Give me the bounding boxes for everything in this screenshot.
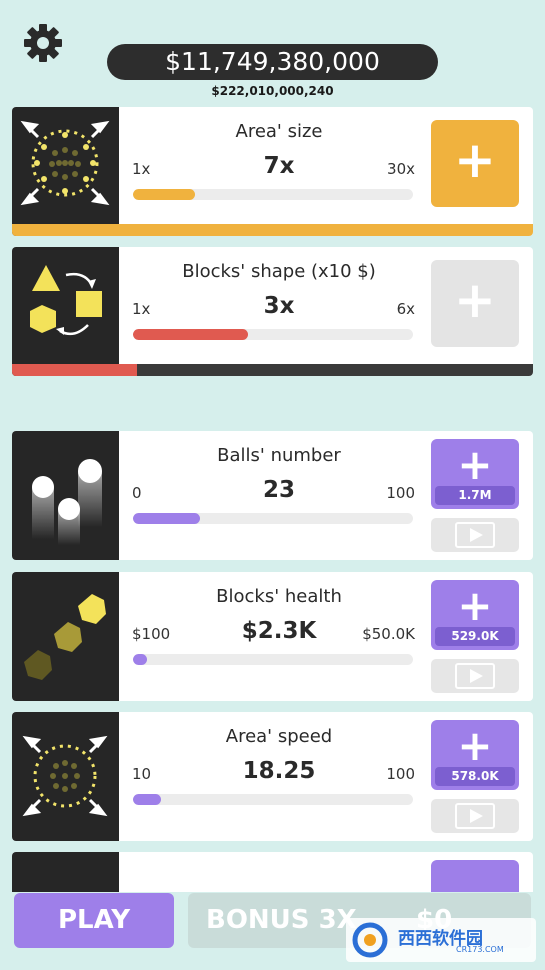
watch-video-button[interactable] — [431, 518, 519, 552]
area-expand-icon — [12, 107, 119, 236]
watch-video-button[interactable] — [431, 659, 519, 693]
hexagons-icon — [12, 572, 119, 701]
shapes-cycle-icon — [12, 247, 119, 376]
progress-fill — [133, 329, 248, 340]
stat-card-balls-number: Balls' number 0 23 100 + 1.7M — [12, 431, 533, 560]
upgrade-title: Blocks' shape (x10 $) — [182, 261, 376, 282]
upgrade-button-partial[interactable] — [431, 860, 519, 892]
stat-max: 100 — [386, 484, 415, 502]
level-bar — [12, 364, 533, 376]
progress-bar — [133, 654, 413, 665]
upgrade-card-blocks-shape: Blocks' shape (x10 $) 1x 3x 6x + — [12, 247, 533, 376]
progress-fill — [133, 513, 201, 524]
play-label: PLAY — [57, 905, 131, 935]
plus-icon: + — [457, 721, 493, 770]
money-display: $11,749,380,000 — [107, 44, 438, 80]
watermark-sub: CR173.COM — [456, 945, 504, 954]
stat-max: $50.0K — [362, 625, 415, 643]
upgrade-title: Area' size — [235, 121, 323, 142]
level-fill — [12, 224, 533, 236]
stat-card-area-speed: Area' speed 10 18.25 100 + 578.0K — [12, 712, 533, 841]
upgrade-card-area-size: Area' size 1x 7x 30x + — [12, 107, 533, 236]
area-speed-icon — [12, 712, 119, 841]
progress-fill — [133, 654, 147, 665]
progress-bar — [133, 329, 413, 340]
level-fill — [12, 364, 138, 376]
stat-max: 100 — [386, 765, 415, 783]
upgrade-price: 529.0K — [435, 627, 515, 646]
upgrade-area-size-button[interactable]: + — [431, 120, 519, 207]
upgrade-balls-number-button[interactable]: + 1.7M — [431, 439, 519, 509]
progress-fill — [133, 794, 161, 805]
plus-icon: + — [454, 131, 496, 189]
stat-title: Area' speed — [225, 726, 333, 747]
upgrade-price: 1.7M — [435, 486, 515, 505]
progress-bar — [133, 513, 413, 524]
watermark-logo-icon — [352, 922, 388, 958]
level-bar — [12, 224, 533, 236]
progress-fill — [133, 189, 195, 200]
money-value: $11,749,380,000 — [165, 47, 380, 76]
bonus-label: BONUS 3X — [206, 905, 357, 935]
plus-icon: + — [454, 271, 496, 329]
watermark: 西西软件园 CR173.COM — [346, 918, 536, 962]
progress-bar — [133, 189, 413, 200]
upgrade-price: 578.0K — [435, 767, 515, 786]
video-icon — [455, 522, 495, 548]
upgrade-current: 3x — [263, 293, 295, 319]
video-icon — [455, 803, 495, 829]
balls-icon — [12, 431, 119, 560]
upgrade-max: 30x — [387, 160, 415, 178]
stat-title: Blocks' health — [216, 586, 342, 607]
card-icon — [12, 852, 119, 892]
video-icon — [455, 663, 495, 689]
upgrade-area-speed-button[interactable]: + 578.0K — [431, 720, 519, 790]
stat-title: Balls' number — [217, 445, 341, 466]
watch-video-button[interactable] — [431, 799, 519, 833]
upgrade-blocks-shape-button[interactable]: + — [431, 260, 519, 347]
stat-card-partial — [12, 852, 533, 892]
progress-bar — [133, 794, 413, 805]
upgrade-max: 6x — [396, 300, 415, 318]
stat-card-blocks-health: Blocks' health $100 $2.3K $50.0K + 529.0… — [12, 572, 533, 701]
upgrade-blocks-health-button[interactable]: + 529.0K — [431, 580, 519, 650]
plus-icon: + — [457, 440, 493, 489]
money-sub-value: $222,010,000,240 — [211, 84, 334, 98]
plus-icon: + — [457, 581, 493, 630]
play-button[interactable]: PLAY — [14, 893, 174, 948]
gear-icon[interactable] — [22, 22, 64, 64]
